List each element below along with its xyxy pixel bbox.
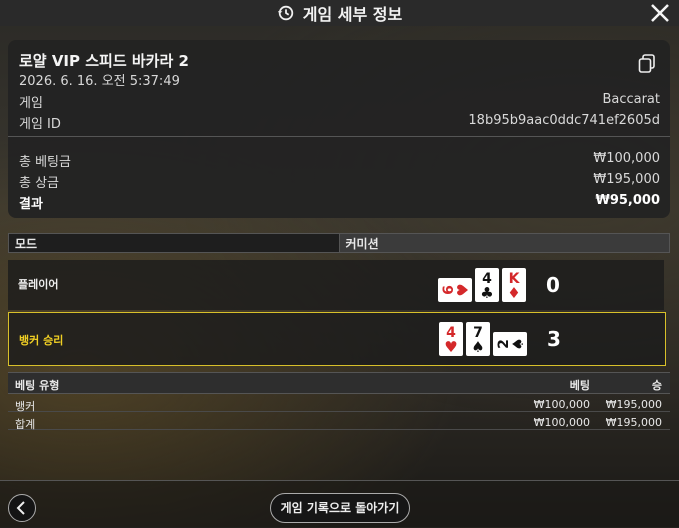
card-face-icon: 4♥	[444, 325, 457, 356]
playing-card: 4 ♣	[475, 268, 499, 302]
game-id-row: 게임 ID 18b95b9aac0ddc741ef2605d	[19, 113, 660, 132]
result-row: 결과 ₩95,000	[19, 193, 660, 212]
game-type-row: 게임 Baccarat	[19, 92, 660, 111]
game-type-value: Baccarat	[602, 92, 660, 107]
bet-table-header: 베팅 유형 베팅 승	[8, 372, 670, 394]
chevron-left-icon	[16, 501, 25, 515]
mode-label: 모드	[8, 233, 340, 253]
divider	[8, 136, 670, 137]
player-label: 플레이어	[18, 278, 59, 291]
card-suit-icon: ♦	[507, 284, 520, 302]
card-face-icon: K♦	[507, 271, 520, 302]
copy-icon[interactable]	[638, 54, 656, 74]
game-name: 로얄 VIP 스피드 바카라 2	[19, 52, 189, 70]
back-button[interactable]	[8, 494, 36, 522]
bet-type-cell: 합계	[15, 418, 36, 431]
win-amount-cell: ₩195,000	[605, 398, 662, 411]
header-win: 승	[651, 379, 662, 392]
card-face-icon: 6♥	[441, 283, 472, 296]
card-suit-icon: ♥	[454, 283, 472, 296]
result-value: ₩95,000	[595, 193, 660, 208]
total-win-label: 총 상금	[19, 176, 60, 191]
player-hand: 플레이어 6 ♥ 4 ♣ K ♦ 0	[8, 260, 664, 310]
banker-score: 3	[547, 327, 561, 351]
footer-bar: 게임 기록으로 돌아가기	[0, 480, 679, 528]
game-info-card: 로얄 VIP 스피드 바카라 2 2026. 6. 16. 오전 5:37:49…	[8, 40, 670, 218]
table-row: 뱅커 ₩100,000 ₩195,000	[8, 394, 670, 413]
game-datetime: 2026. 6. 16. 오전 5:37:49	[19, 74, 180, 89]
player-score: 0	[546, 273, 560, 297]
card-suit-icon: ♣	[480, 284, 493, 302]
game-id-value: 18b95b9aac0ddc741ef2605d	[468, 113, 660, 128]
game-id-label: 게임 ID	[19, 117, 61, 132]
history-clock-icon	[277, 5, 293, 21]
card-face-icon: 7♠	[471, 325, 484, 356]
banker-cards: 4 ♥ 7 ♠ 2 ♠	[439, 322, 527, 356]
card-suit-icon: ♠	[471, 338, 484, 356]
player-cards: 6 ♥ 4 ♣ K ♦	[438, 268, 526, 302]
total-bet-row: 총 베팅금 ₩100,000	[19, 151, 660, 170]
result-label: 결과	[19, 197, 43, 212]
card-suit-icon: ♠	[509, 337, 527, 350]
total-bet-label: 총 베팅금	[19, 155, 71, 170]
header-bet-type: 베팅 유형	[15, 379, 60, 392]
table-row-total: 합계 ₩100,000 ₩195,000	[8, 412, 670, 431]
total-win-value: ₩195,000	[593, 172, 660, 187]
card-face-icon: 4♣	[480, 271, 493, 302]
page-title: 게임 세부 정보	[302, 5, 403, 24]
playing-card: 6 ♥	[438, 278, 472, 302]
banker-win-label: 뱅커 승리	[19, 334, 64, 347]
mode-row: 모드 커미션	[8, 233, 670, 253]
card-face-icon: 2♠	[496, 337, 527, 350]
banker-hand: 뱅커 승리 4 ♥ 7 ♠ 2 ♠ 3	[8, 312, 666, 366]
total-win-row: 총 상금 ₩195,000	[19, 172, 660, 191]
commission-label: 커미션	[339, 233, 670, 253]
bet-amount-cell: ₩100,000	[533, 416, 590, 429]
win-amount-cell: ₩195,000	[605, 416, 662, 429]
playing-card: 4 ♥	[439, 322, 463, 356]
close-icon[interactable]	[649, 2, 671, 24]
bet-table: 베팅 유형 베팅 승 뱅커 ₩100,000 ₩195,000 합계 ₩100,…	[8, 372, 670, 431]
header-bar: 게임 세부 정보	[0, 0, 679, 26]
playing-card: 7 ♠	[466, 322, 490, 356]
playing-card: K ♦	[502, 268, 526, 302]
header-bet: 베팅	[569, 379, 590, 392]
bet-amount-cell: ₩100,000	[533, 398, 590, 411]
game-type-label: 게임	[19, 96, 43, 111]
card-suit-icon: ♥	[444, 338, 457, 356]
playing-card: 2 ♠	[493, 332, 527, 356]
back-to-history-button[interactable]: 게임 기록으로 돌아가기	[270, 493, 410, 523]
total-bet-value: ₩100,000	[593, 151, 660, 166]
